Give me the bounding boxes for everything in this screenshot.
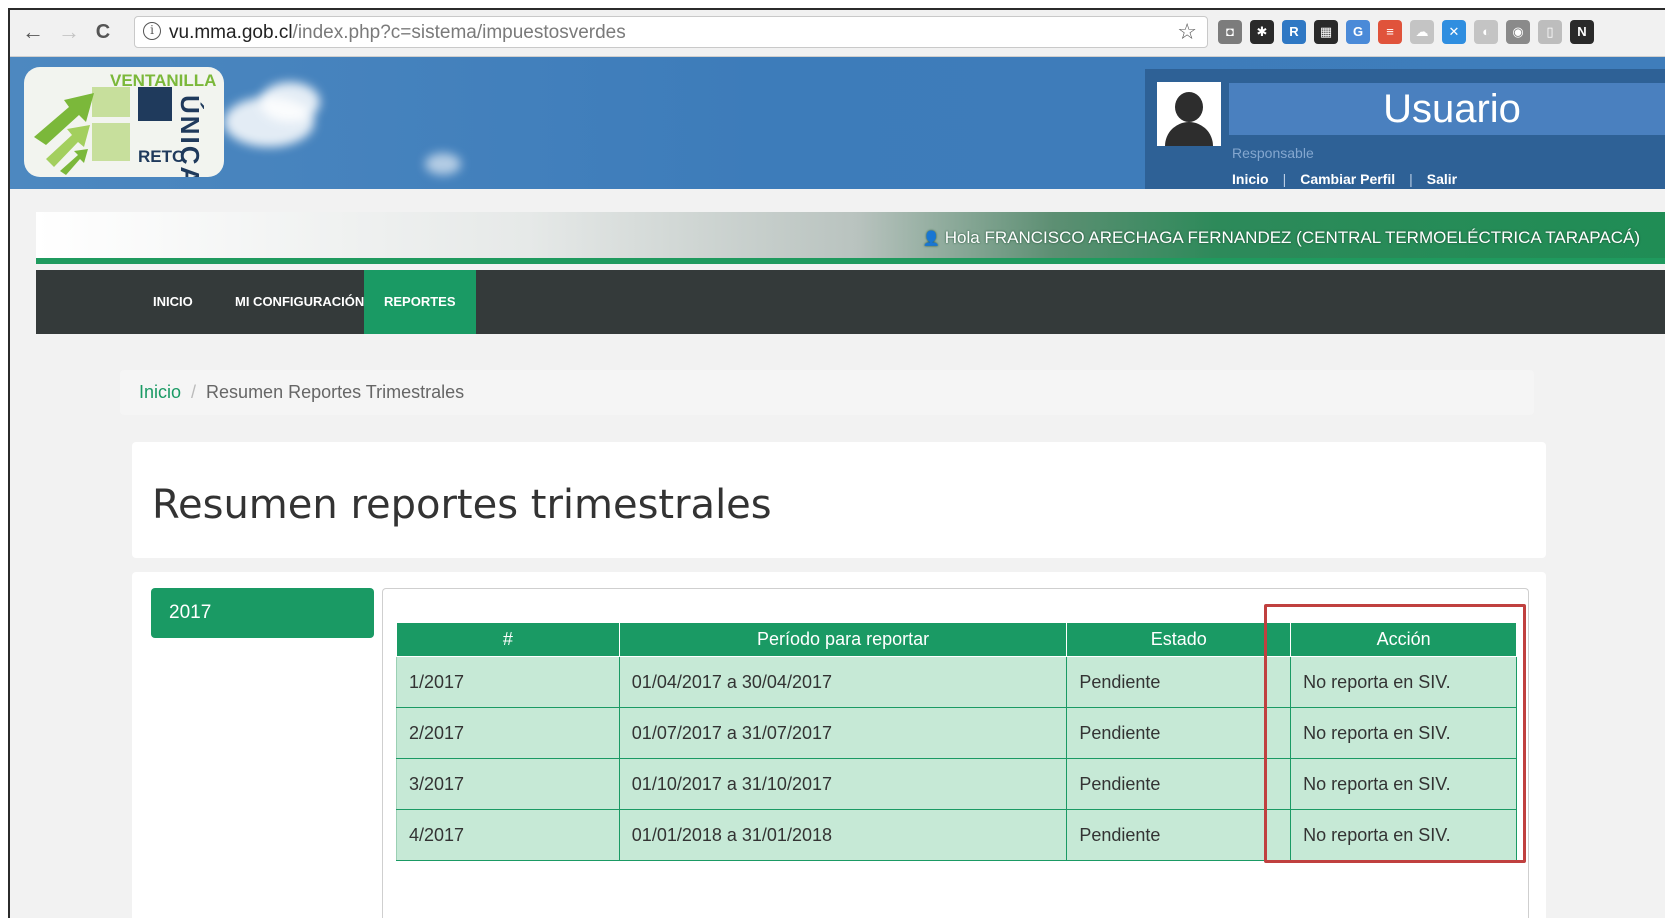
cambiar-perfil-link[interactable]: Cambiar Perfil	[1300, 171, 1395, 187]
column-header-accion: Acción	[1290, 622, 1517, 657]
user-links: Inicio | Cambiar Perfil | Salir	[1232, 171, 1457, 187]
cell-accion: No reporta en SIV.	[1290, 809, 1517, 861]
cell-number: 2/2017	[396, 707, 620, 759]
cell-estado: Pendiente	[1066, 809, 1292, 861]
column-header-periodo: Período para reportar	[618, 622, 1068, 657]
year-tab-2017[interactable]: 2017	[151, 588, 374, 638]
report-table: # Período para reportar Estado Acción 1/…	[396, 622, 1517, 861]
report-card: 2017 # Período para reportar Estado Acci…	[132, 572, 1546, 918]
dropbox-icon[interactable]: ✕	[1442, 20, 1466, 44]
main-nav: INICIO MI CONFIGURACIÓN REPORTES	[36, 270, 1665, 334]
screenshot-frame: ← → C i vu.mma.gob.cl/index.php?c=sistem…	[8, 8, 1665, 918]
nav-item-reportes[interactable]: REPORTES	[364, 270, 476, 334]
site-header: VENTANILLA ÚNICA RETC Usuario Responsabl…	[10, 57, 1665, 189]
cell-periodo: 01/04/2017 a 30/04/2017	[618, 656, 1068, 708]
cell-number: 4/2017	[396, 809, 620, 861]
inicio-link[interactable]: Inicio	[1232, 171, 1269, 187]
cell-estado: Pendiente	[1066, 758, 1292, 810]
chrome-extension-icon[interactable]: ◉	[1506, 20, 1530, 44]
ghost-icon[interactable]: ◐	[1474, 20, 1498, 44]
nav-item-mi-configuracion[interactable]: MI CONFIGURACIÓN	[215, 270, 384, 334]
avatar	[1157, 82, 1221, 146]
user-title: Usuario	[1229, 83, 1665, 135]
table-row: 3/2017 01/10/2017 a 31/10/2017 Pendiente…	[396, 758, 1517, 810]
logo-title: VENTANILLA	[110, 71, 217, 90]
tab-panel: # Período para reportar Estado Acción 1/…	[382, 588, 1529, 918]
reader-icon[interactable]: ▯	[1538, 20, 1562, 44]
forward-icon[interactable]: →	[56, 18, 82, 46]
cell-periodo: 01/10/2017 a 31/10/2017	[618, 758, 1068, 810]
link-separator: |	[1409, 171, 1413, 187]
nav-item-inicio[interactable]: INICIO	[133, 270, 213, 334]
table-row: 4/2017 01/01/2018 a 31/01/2018 Pendiente…	[396, 809, 1517, 861]
column-header-number: #	[396, 622, 620, 657]
site-info-icon[interactable]: i	[143, 22, 161, 40]
greeting-text: 👤 Hola FRANCISCO ARECHAGA FERNANDEZ (CEN…	[923, 228, 1640, 248]
gear-icon[interactable]: ✱	[1250, 20, 1274, 44]
reload-icon[interactable]: C	[90, 18, 116, 46]
film-icon[interactable]: ▦	[1314, 20, 1338, 44]
table-row: 2/2017 01/07/2017 a 31/07/2017 Pendiente…	[396, 707, 1517, 759]
cell-number: 3/2017	[396, 758, 620, 810]
cloud-decoration	[425, 153, 461, 175]
rt-extension-icon[interactable]: R	[1282, 20, 1306, 44]
table-header-row: # Período para reportar Estado Acción	[396, 622, 1517, 657]
page-title: Resumen reportes trimestrales	[152, 482, 772, 528]
cell-accion: No reporta en SIV.	[1290, 707, 1517, 759]
translate-icon[interactable]: G	[1346, 20, 1370, 44]
table-row: 1/2017 01/04/2017 a 30/04/2017 Pendiente…	[396, 656, 1517, 708]
title-card: Resumen reportes trimestrales	[132, 442, 1546, 558]
cell-periodo: 01/01/2018 a 31/01/2018	[618, 809, 1068, 861]
logo-retc: RETC	[138, 147, 185, 166]
extension-icons: ◘ ✱ R ▦ G ≡ ☁ ✕ ◐ ◉ ▯ N	[1218, 20, 1594, 46]
bookmark-star-icon[interactable]: ☆	[1177, 19, 1197, 45]
greeting-message: Hola FRANCISCO ARECHAGA FERNANDEZ (CENTR…	[944, 228, 1640, 247]
breadcrumb-home-link[interactable]: Inicio	[139, 382, 181, 402]
url-path: /index.php?c=sistema/impuestosverdes	[292, 22, 626, 43]
address-bar[interactable]: i vu.mma.gob.cl/index.php?c=sistema/impu…	[134, 16, 1208, 48]
notion-icon[interactable]: N	[1570, 20, 1594, 44]
cloud-icon[interactable]: ☁	[1410, 20, 1434, 44]
cell-number: 1/2017	[396, 656, 620, 708]
user-role: Responsable	[1232, 145, 1314, 161]
browser-toolbar: ← → C i vu.mma.gob.cl/index.php?c=sistem…	[10, 10, 1665, 57]
greeting-band: 👤 Hola FRANCISCO ARECHAGA FERNANDEZ (CEN…	[36, 212, 1665, 264]
breadcrumb-separator: /	[191, 382, 197, 402]
cell-accion: No reporta en SIV.	[1290, 656, 1517, 708]
cell-estado: Pendiente	[1066, 707, 1292, 759]
cloud-decoration	[260, 82, 320, 122]
back-icon[interactable]: ←	[20, 18, 46, 46]
url-text[interactable]: vu.mma.gob.cl/index.php?c=sistema/impues…	[169, 22, 626, 44]
breadcrumb-current: Resumen Reportes Trimestrales	[206, 382, 465, 402]
breadcrumb: Inicio / Resumen Reportes Trimestrales	[120, 370, 1534, 415]
link-separator: |	[1282, 171, 1287, 187]
cell-periodo: 01/07/2017 a 31/07/2017	[618, 707, 1068, 759]
salir-link[interactable]: Salir	[1427, 171, 1457, 187]
url-domain: vu.mma.gob.cl	[169, 22, 293, 43]
user-icon: 👤	[922, 230, 941, 246]
cell-estado: Pendiente	[1066, 656, 1292, 708]
stack-extension-icon[interactable]: ≡	[1378, 20, 1402, 44]
ventanilla-unica-logo[interactable]: VENTANILLA ÚNICA RETC	[24, 67, 224, 177]
camera-icon[interactable]: ◘	[1218, 20, 1242, 44]
cell-accion: No reporta en SIV.	[1290, 758, 1517, 810]
user-panel: Usuario Responsable Inicio | Cambiar Perfi…	[1145, 69, 1665, 189]
column-header-estado: Estado	[1066, 622, 1292, 657]
